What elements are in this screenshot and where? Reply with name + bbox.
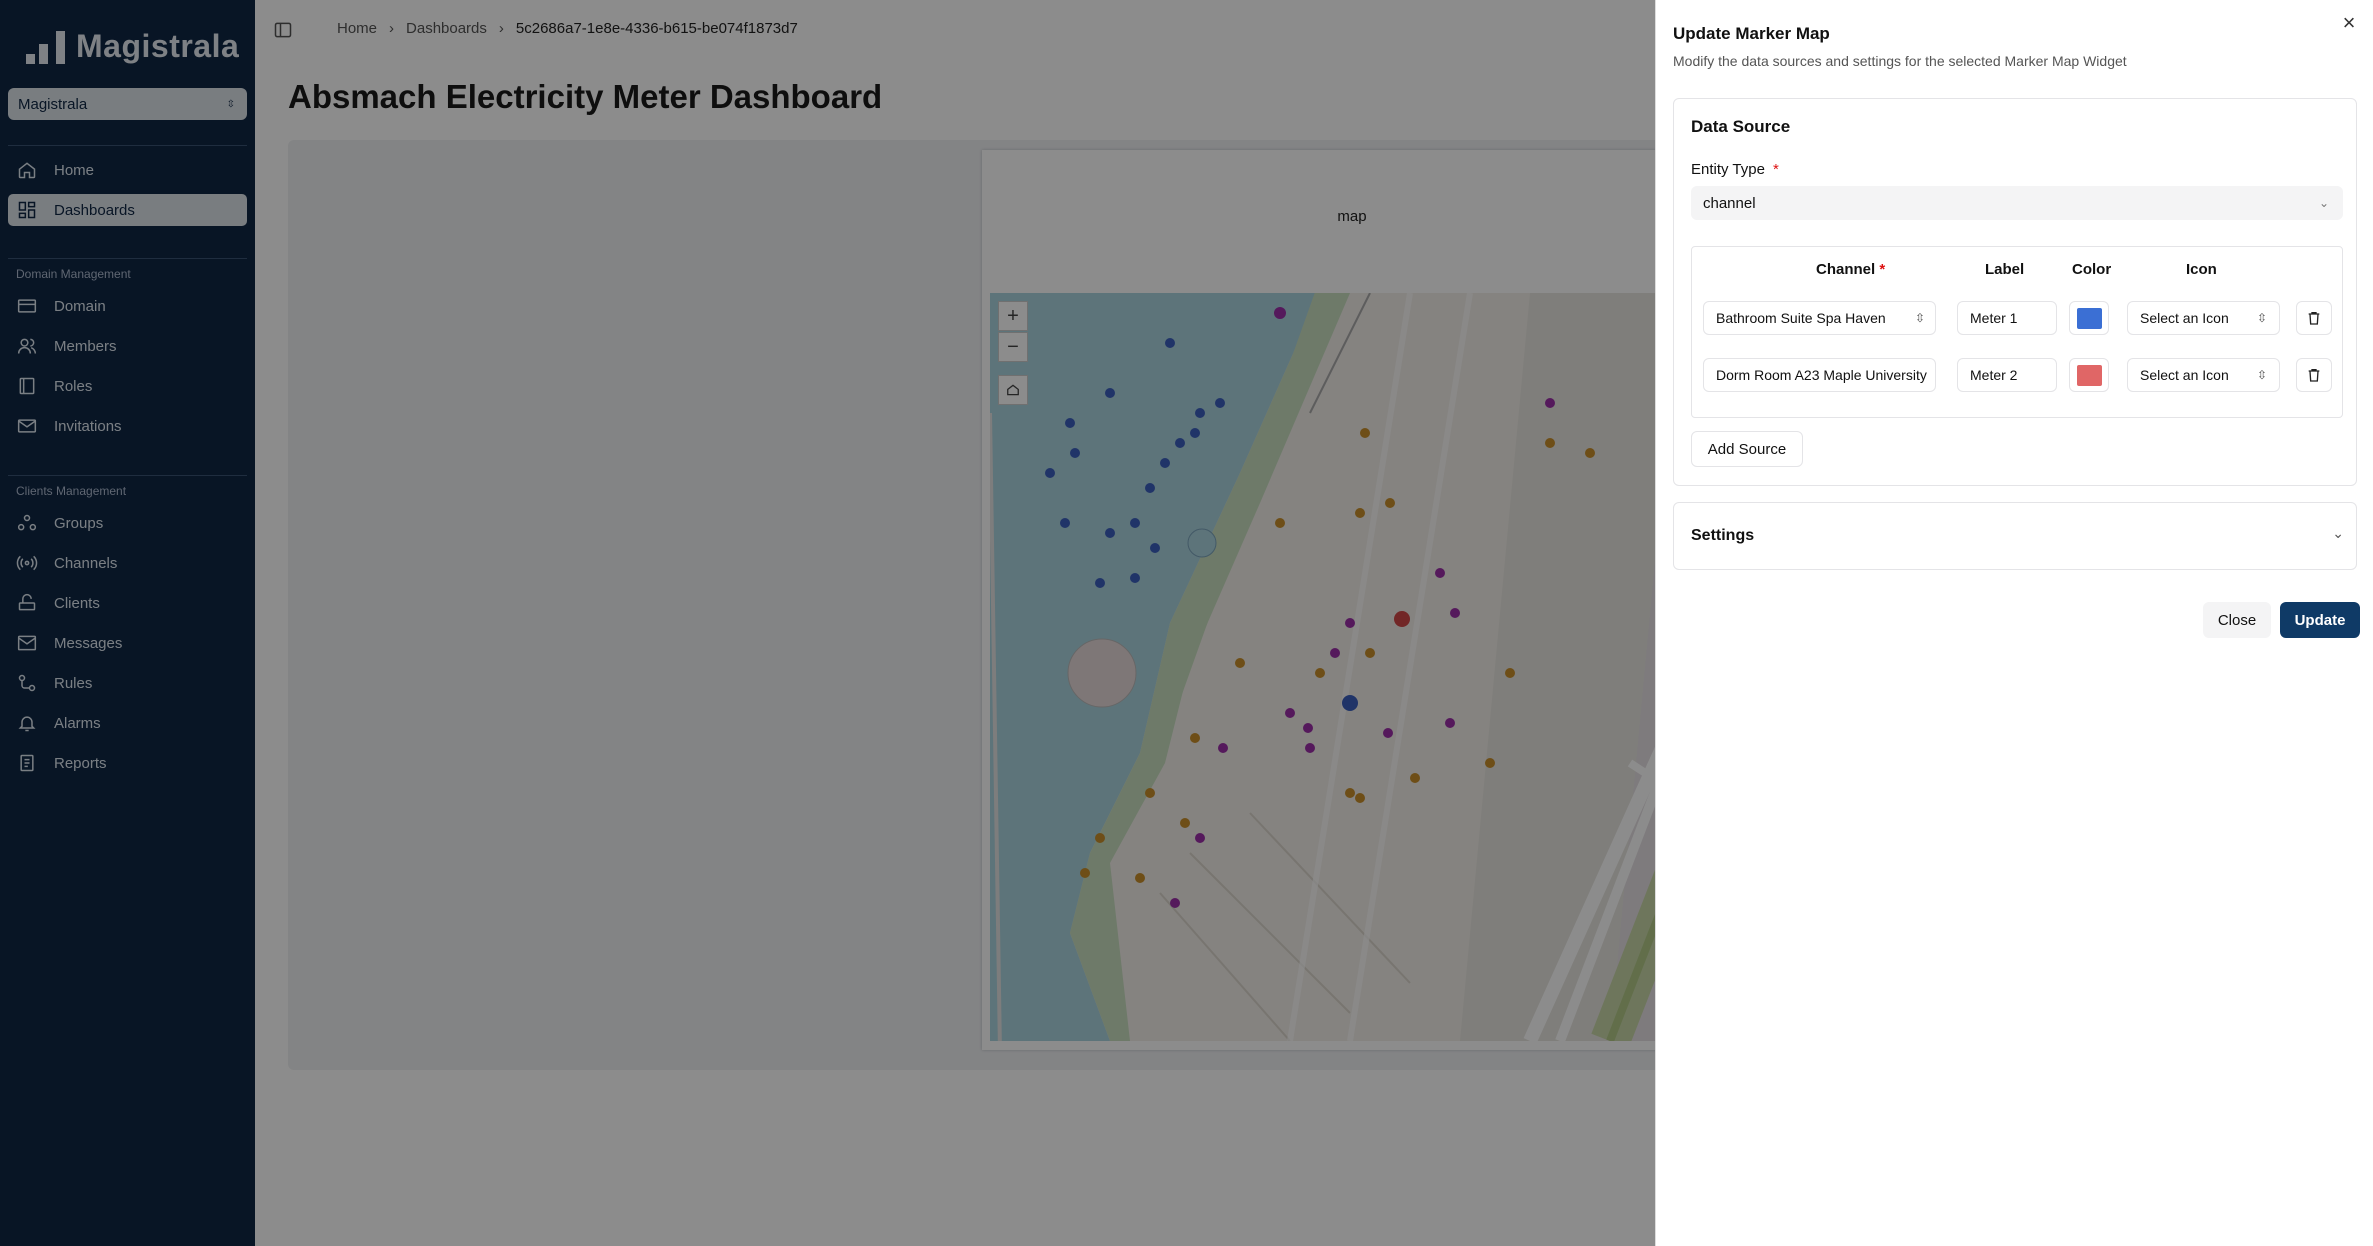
column-header-label: Label bbox=[1985, 261, 2025, 278]
update-marker-map-drawer: × Update Marker Map Modify the data sour… bbox=[1655, 0, 2373, 1246]
chevron-updown-icon: ⇳ bbox=[1910, 311, 1925, 325]
chevron-down-icon: ⌄ bbox=[2332, 525, 2344, 541]
color-swatch bbox=[2076, 307, 2102, 329]
channel-select[interactable]: Bathroom Suite Spa Haven ⇳ bbox=[1703, 301, 1936, 335]
channel-select-value: Bathroom Suite Spa Haven bbox=[1716, 310, 1886, 326]
icon-select-value: Select an Icon bbox=[2140, 367, 2229, 383]
trash-icon bbox=[2308, 312, 2320, 325]
icon-select-value: Select an Icon bbox=[2140, 310, 2229, 326]
color-swatch bbox=[2076, 364, 2102, 386]
column-header-channel-text: Channel bbox=[1816, 261, 1876, 278]
data-source-card: Data Source Entity Type * channel ⌄ Chann… bbox=[1673, 98, 2357, 486]
column-header-icon: Icon bbox=[2186, 261, 2217, 278]
label-input[interactable]: Meter 2 bbox=[1957, 358, 2057, 392]
delete-source-button[interactable] bbox=[2296, 301, 2332, 335]
label-input[interactable]: Meter 1 bbox=[1957, 301, 2057, 335]
modal-overlay[interactable] bbox=[0, 0, 1655, 1246]
drawer-subtitle: Modify the data sources and settings for… bbox=[1673, 53, 2127, 69]
entity-type-label-text: Entity Type bbox=[1691, 161, 1765, 178]
channel-select[interactable]: Dorm Room A23 Maple University bbox=[1703, 358, 1936, 392]
close-icon[interactable]: × bbox=[2337, 12, 2361, 36]
chevron-down-icon: ⌄ bbox=[2318, 196, 2329, 210]
color-picker[interactable] bbox=[2069, 301, 2109, 335]
icon-select[interactable]: Select an Icon ⇳ bbox=[2127, 301, 2280, 335]
sources-table: Channel * Label Color Icon Bathroom Suit… bbox=[1691, 246, 2343, 418]
trash-icon bbox=[2308, 369, 2320, 382]
icon-select[interactable]: Select an Icon ⇳ bbox=[2127, 358, 2280, 392]
update-button[interactable]: Update bbox=[2280, 602, 2360, 638]
close-button[interactable]: Close bbox=[2203, 602, 2271, 638]
chevron-updown-icon: ⇳ bbox=[2256, 368, 2267, 382]
add-source-button[interactable]: Add Source bbox=[1691, 431, 1803, 467]
required-mark: * bbox=[1879, 261, 1886, 278]
settings-accordion[interactable]: Settings ⌄ bbox=[1673, 502, 2357, 570]
channel-select-value: Dorm Room A23 Maple University bbox=[1716, 367, 1927, 383]
data-source-title: Data Source bbox=[1691, 117, 1791, 136]
column-header-color: Color bbox=[2072, 261, 2112, 278]
settings-title: Settings bbox=[1691, 527, 1755, 544]
delete-source-button[interactable] bbox=[2296, 358, 2332, 392]
drawer-title: Update Marker Map bbox=[1673, 24, 1830, 43]
column-header-channel: Channel * bbox=[1816, 261, 1885, 278]
entity-type-select[interactable]: channel ⌄ bbox=[1691, 186, 2343, 220]
color-picker[interactable] bbox=[2069, 358, 2109, 392]
entity-type-value: channel bbox=[1703, 194, 1756, 212]
required-mark: * bbox=[1772, 161, 1779, 178]
entity-type-label: Entity Type * bbox=[1691, 161, 1779, 178]
chevron-updown-icon: ⇳ bbox=[2256, 311, 2267, 325]
